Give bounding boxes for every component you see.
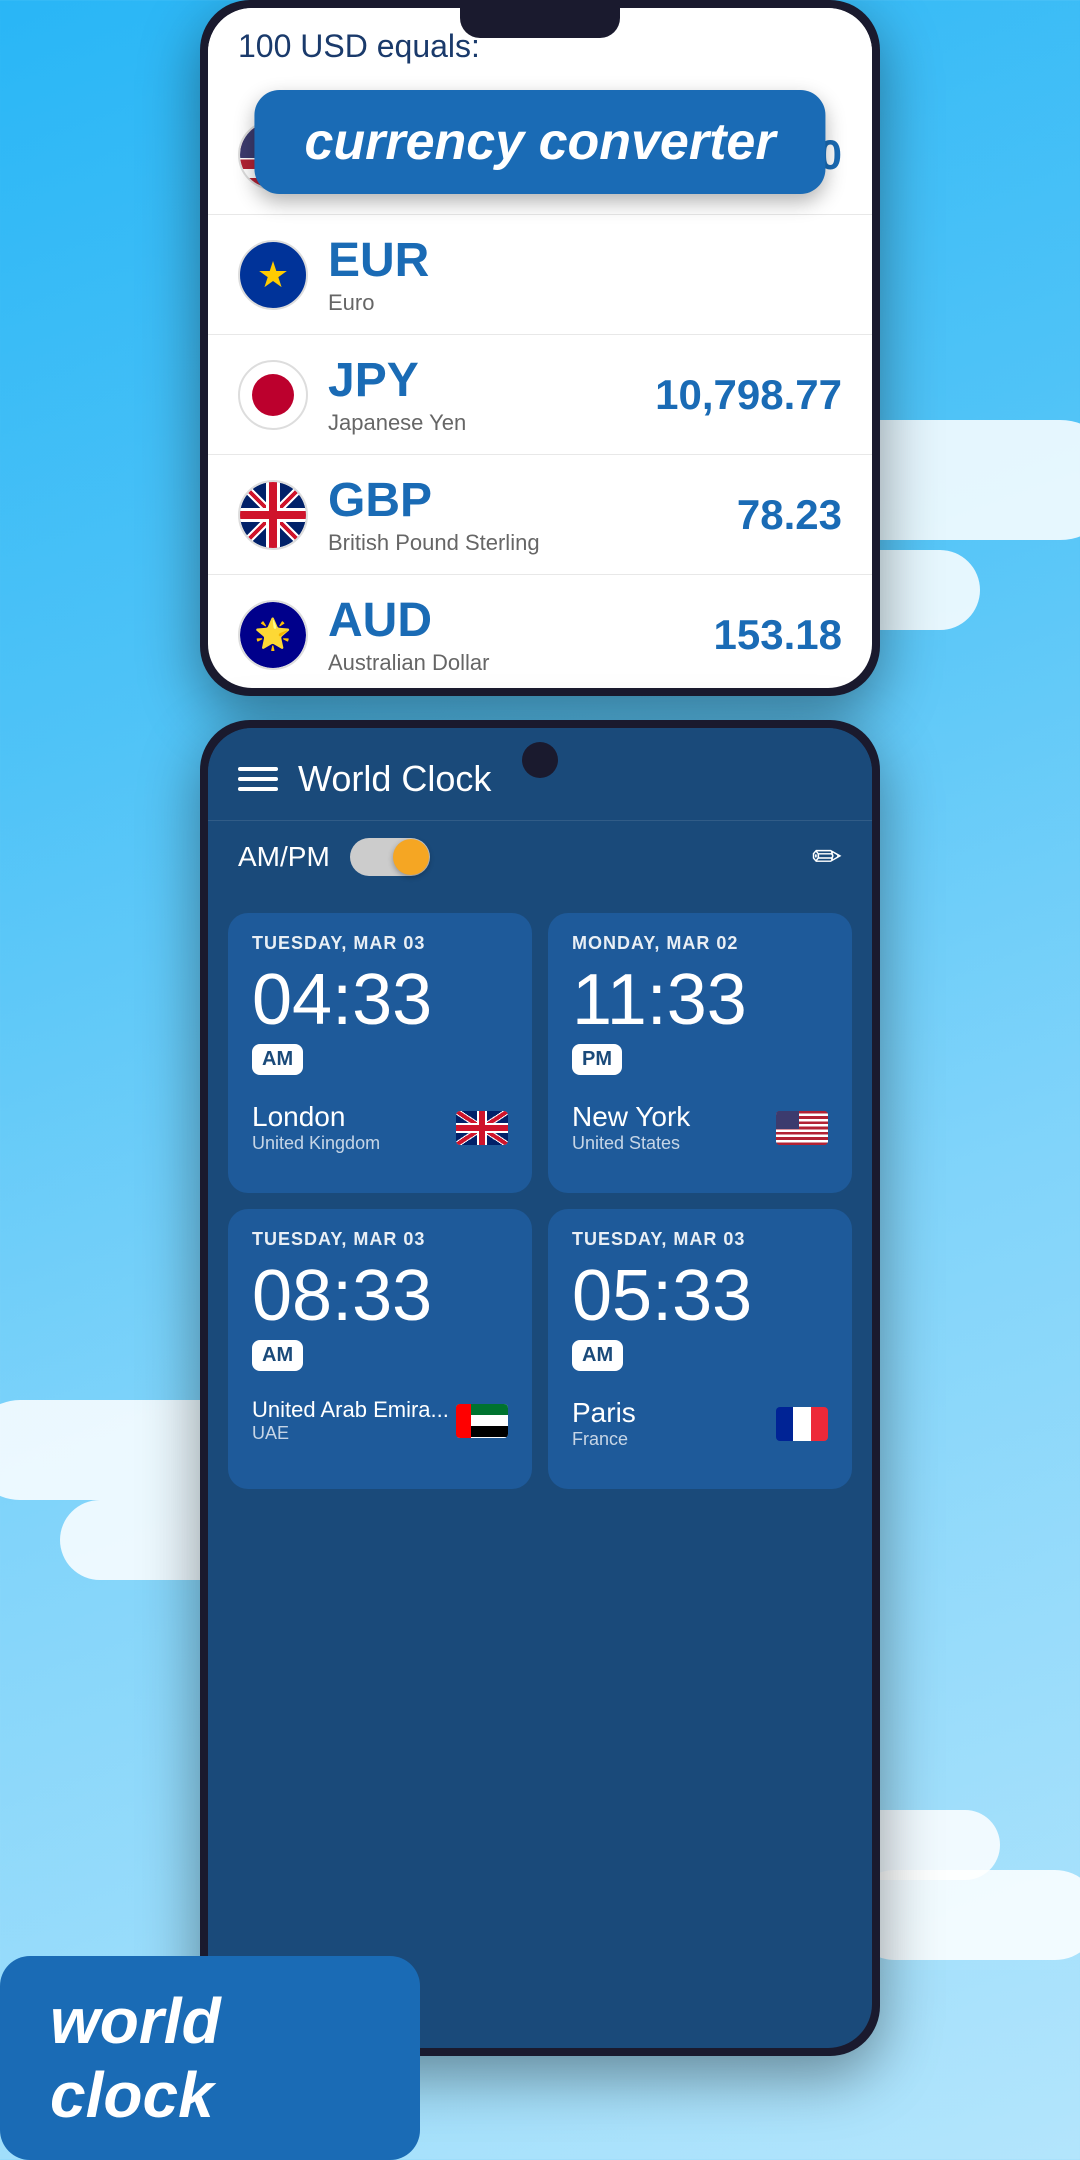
teardrop-notch [522,742,558,778]
currency-item-gbp[interactable]: GBP British Pound Sterling 78.23 [208,455,872,575]
currency-item-eur[interactable]: ★ EUR Euro [208,215,872,335]
currency-name-eur: Euro [328,290,429,316]
london-time: 04:33 [252,964,508,1036]
uae-footer: United Arab Emira... UAE [252,1397,508,1444]
currency-item-jpy[interactable]: JPY Japanese Yen 10,798.77 [208,335,872,455]
currency-code-jpy: JPY [328,353,466,408]
london-ampm: AM [252,1044,303,1075]
flag-aud: 🌟 [238,600,308,670]
paris-city: Paris [572,1397,636,1429]
clock-card-newyork[interactable]: MONDAY, MAR 02 11:33 PM New York United … [548,913,852,1193]
flag-gbp [238,480,308,550]
uae-country: UAE [252,1423,449,1444]
uae-flag [456,1404,508,1438]
newyork-country: United States [572,1133,690,1154]
world-clock-title: World Clock [298,758,842,800]
world-clock-toolbar: AM/PM ✏ [208,820,872,893]
london-flag [456,1111,508,1145]
currency-code-gbp: GBP [328,473,540,528]
menu-button[interactable] [238,767,278,791]
currency-value-gbp: 78.23 [737,491,842,539]
uae-date: TUESDAY, MAR 03 [252,1229,508,1250]
clock-grid: TUESDAY, MAR 03 04:33 AM London United K… [208,893,872,1509]
currency-value-aud: 153.18 [714,611,842,659]
london-city: London [252,1101,380,1133]
flag-jpy [238,360,308,430]
toggle-knob [393,839,429,875]
edit-button[interactable]: ✏ [812,836,842,878]
clock-card-uae[interactable]: TUESDAY, MAR 03 08:33 AM United Arab Emi… [228,1209,532,1489]
currency-name-aud: Australian Dollar [328,650,489,676]
newyork-time: 11:33 [572,964,828,1036]
world-clock-phone: World Clock AM/PM ✏ TUESDAY, MAR 03 04:3… [200,720,880,2056]
cloud-decoration [850,1870,1080,1960]
menu-line [238,787,278,791]
menu-line [238,767,278,771]
paris-ampm: AM [572,1340,623,1371]
london-country: United Kingdom [252,1133,380,1154]
newyork-flag [776,1111,828,1145]
newyork-city: New York [572,1101,690,1133]
clock-card-paris[interactable]: TUESDAY, MAR 03 05:33 AM Paris France [548,1209,852,1489]
paris-time: 05:33 [572,1260,828,1332]
flag-eur: ★ [238,240,308,310]
phone-notch [460,8,620,38]
uae-time: 08:33 [252,1260,508,1332]
menu-line [238,777,278,781]
paris-date: TUESDAY, MAR 03 [572,1229,828,1250]
ampm-label: AM/PM [238,841,330,873]
ampm-toggle[interactable] [350,838,430,876]
currency-name-gbp: British Pound Sterling [328,530,540,556]
currency-value-jpy: 10,798.77 [655,371,842,419]
newyork-ampm: PM [572,1044,622,1075]
paris-country: France [572,1429,636,1450]
newyork-footer: New York United States [572,1101,828,1154]
paris-flag [776,1407,828,1441]
newyork-date: MONDAY, MAR 02 [572,933,828,954]
london-date: TUESDAY, MAR 03 [252,933,508,954]
paris-footer: Paris France [572,1397,828,1450]
currency-item-aud[interactable]: 🌟 AUD Australian Dollar 153.18 [208,575,872,688]
uae-ampm: AM [252,1340,303,1371]
currency-converter-banner: currency converter [254,90,825,194]
currency-code-aud: AUD [328,593,489,648]
clock-card-london[interactable]: TUESDAY, MAR 03 04:33 AM London United K… [228,913,532,1193]
currency-name-jpy: Japanese Yen [328,410,466,436]
currency-code-eur: EUR [328,233,429,288]
world-clock-app-label: world clock [0,1956,420,2160]
london-footer: London United Kingdom [252,1101,508,1154]
uae-city: United Arab Emira... [252,1397,449,1423]
